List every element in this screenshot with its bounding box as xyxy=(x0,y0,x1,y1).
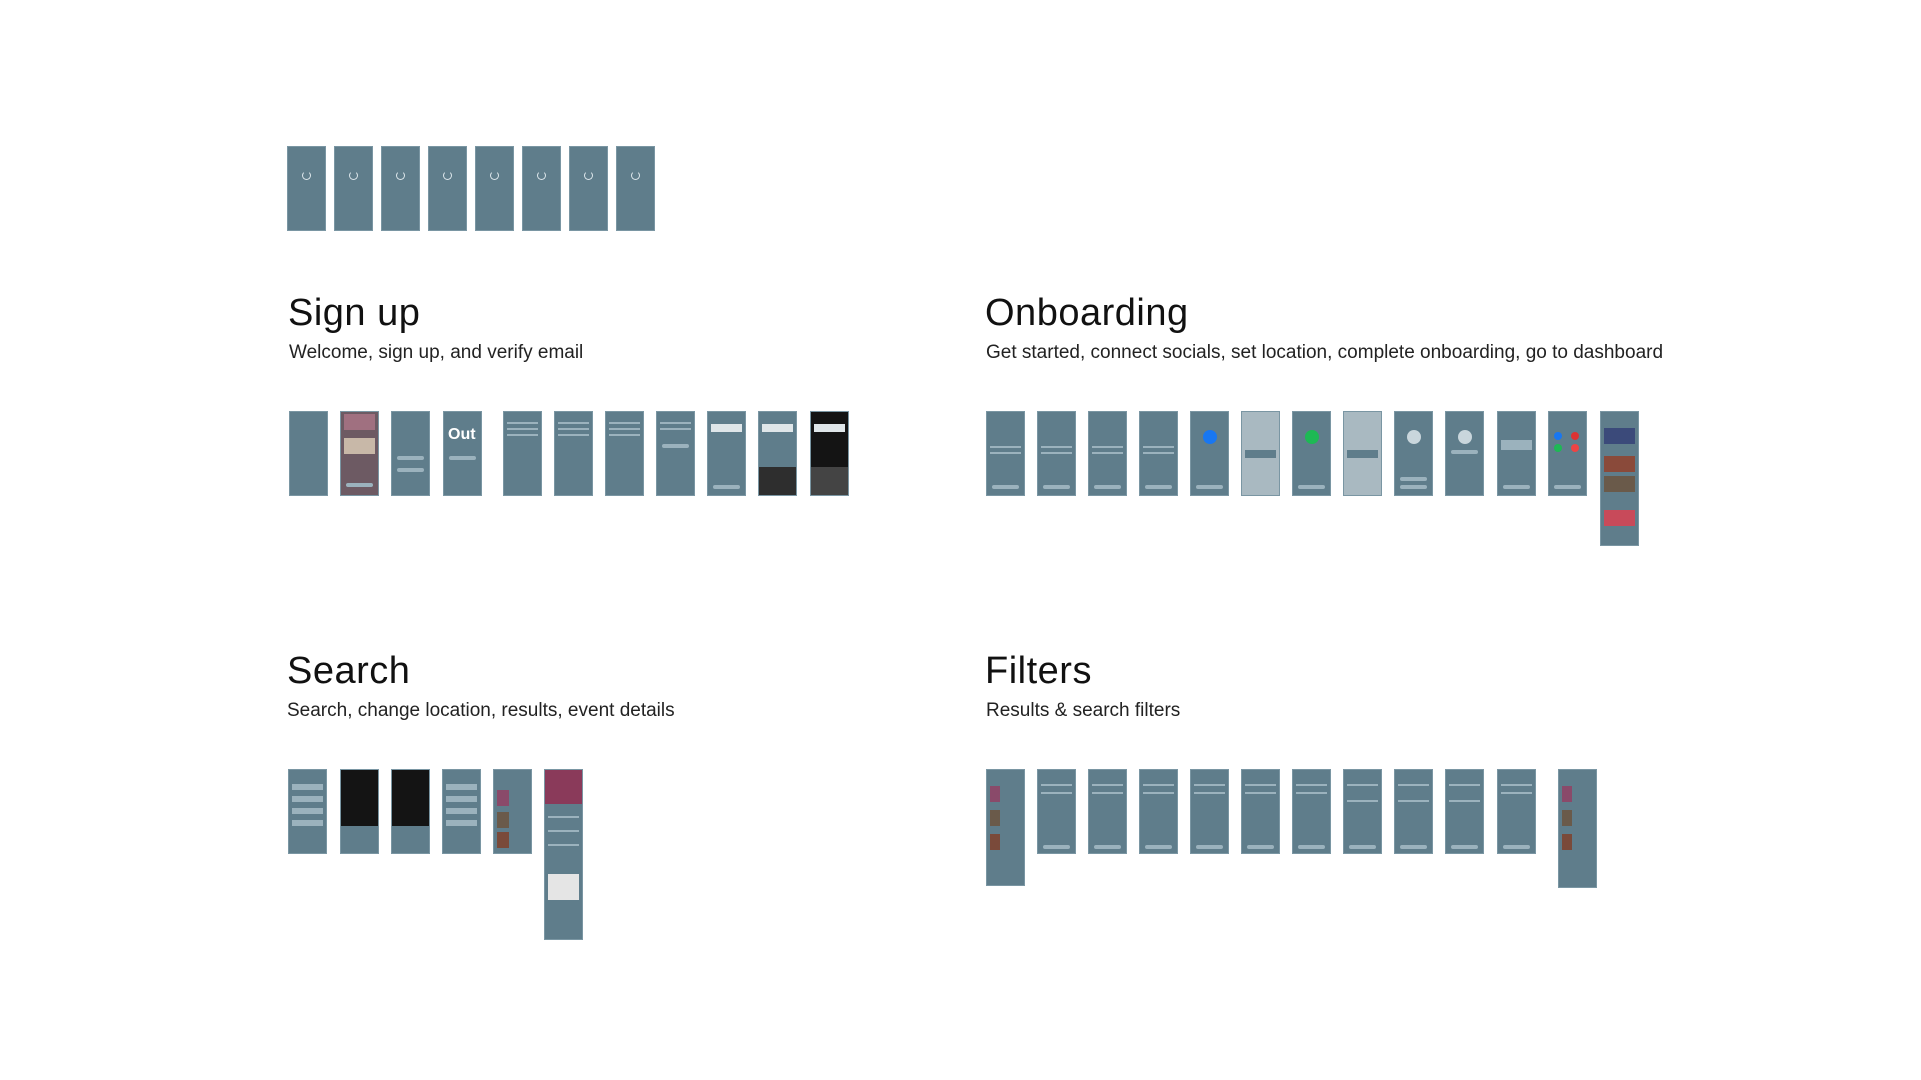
search-categories-screen[interactable] xyxy=(288,769,327,854)
globe-icon xyxy=(1458,430,1472,444)
spotify-icon xyxy=(1554,444,1562,452)
onboarding-connect-socials-screen[interactable] xyxy=(1139,411,1178,496)
keyboard xyxy=(811,467,848,495)
onboarding-connect-socials-screen[interactable] xyxy=(1037,411,1076,496)
signup-screen-form[interactable] xyxy=(503,411,542,496)
spinner-icon xyxy=(631,171,640,180)
search-categories-screen[interactable] xyxy=(442,769,481,854)
signup-screen-form[interactable] xyxy=(554,411,593,496)
app-icon xyxy=(1571,444,1579,452)
spotify-icon xyxy=(1305,430,1319,444)
filter-screen[interactable] xyxy=(1037,769,1076,854)
onboarding-location-screen[interactable] xyxy=(1445,411,1484,496)
loading-screen[interactable] xyxy=(334,146,373,231)
onboarding-facebook-screen[interactable] xyxy=(1190,411,1229,496)
app-icon xyxy=(1571,432,1579,440)
filter-screen[interactable] xyxy=(1241,769,1280,854)
loading-screen[interactable] xyxy=(569,146,608,231)
section-subtitle: Welcome, sign up, and verify email xyxy=(289,342,584,363)
section-title: Search xyxy=(287,650,411,692)
filter-screen[interactable] xyxy=(1394,769,1433,854)
loading-screen[interactable] xyxy=(522,146,561,231)
app-logo: Out xyxy=(448,426,476,443)
loading-screen[interactable] xyxy=(287,146,326,231)
loading-screen[interactable] xyxy=(381,146,420,231)
globe-icon xyxy=(1407,430,1421,444)
section-subtitle: Results & search filters xyxy=(986,700,1181,721)
verify-email-screen[interactable] xyxy=(707,411,746,496)
onboarding-get-started-screen[interactable] xyxy=(986,411,1025,496)
spinner-icon xyxy=(302,171,311,180)
onboarding-facebook-dialog-screen[interactable] xyxy=(1241,411,1280,496)
spinner-icon xyxy=(537,171,546,180)
section-title: Sign up xyxy=(288,292,421,334)
spinner-icon xyxy=(396,171,405,180)
filter-screen[interactable] xyxy=(1497,769,1536,854)
filter-screen[interactable] xyxy=(1088,769,1127,854)
spinner-icon xyxy=(349,171,358,180)
onboarding-spotify-dialog-screen[interactable] xyxy=(1343,411,1382,496)
loading-screen[interactable] xyxy=(428,146,467,231)
search-location-screen[interactable] xyxy=(340,769,379,854)
onboarding-location-screen[interactable] xyxy=(1394,411,1433,496)
filter-results-screen[interactable] xyxy=(986,769,1025,886)
section-subtitle: Search, change location, results, event … xyxy=(287,700,675,721)
signup-screen-welcome-map[interactable] xyxy=(391,411,430,496)
loading-screen[interactable] xyxy=(475,146,514,231)
facebook-icon xyxy=(1554,432,1562,440)
filter-screen[interactable] xyxy=(1292,769,1331,854)
onboarding-accounts-screen[interactable] xyxy=(1548,411,1587,496)
onboarding-connect-socials-screen[interactable] xyxy=(1088,411,1127,496)
filter-screen[interactable] xyxy=(1190,769,1229,854)
verify-email-keyboard-dark-screen[interactable] xyxy=(810,411,849,496)
event-details-screen[interactable] xyxy=(544,769,583,940)
spinner-icon xyxy=(584,171,593,180)
signup-screen-welcome-photo[interactable] xyxy=(340,411,379,496)
section-subtitle: Get started, connect socials, set locati… xyxy=(986,342,1664,363)
signup-screen-splash[interactable] xyxy=(289,411,328,496)
spinner-icon xyxy=(490,171,499,180)
signup-screen-form[interactable] xyxy=(605,411,644,496)
facebook-icon xyxy=(1203,430,1217,444)
section-title: Onboarding xyxy=(985,292,1189,334)
filter-screen[interactable] xyxy=(1343,769,1382,854)
spinner-icon xyxy=(443,171,452,180)
filter-screen[interactable] xyxy=(1445,769,1484,854)
onboarding-complete-screen[interactable] xyxy=(1497,411,1536,496)
search-results-screen[interactable] xyxy=(493,769,532,854)
loading-screen[interactable] xyxy=(616,146,655,231)
onboarding-spotify-screen[interactable] xyxy=(1292,411,1331,496)
signup-screen-form[interactable] xyxy=(656,411,695,496)
section-title: Filters xyxy=(985,650,1092,692)
search-location-screen[interactable] xyxy=(391,769,430,854)
filter-screen[interactable] xyxy=(1139,769,1178,854)
signup-screen-welcome-logo[interactable]: Out xyxy=(443,411,482,496)
dashboard-screen[interactable] xyxy=(1600,411,1639,546)
filtered-results-screen[interactable] xyxy=(1558,769,1597,888)
map xyxy=(548,874,579,900)
keyboard xyxy=(759,467,796,495)
verify-email-keyboard-screen[interactable] xyxy=(758,411,797,496)
